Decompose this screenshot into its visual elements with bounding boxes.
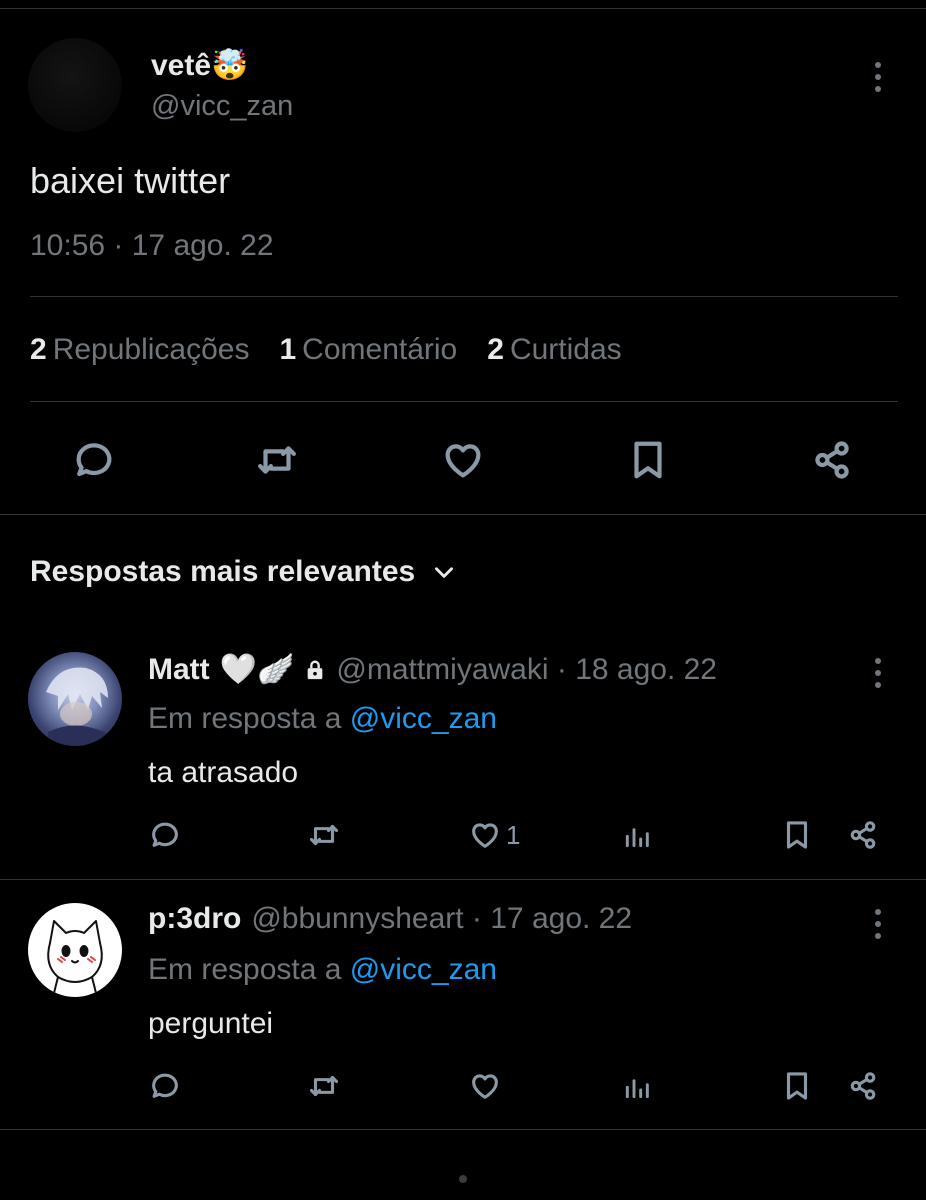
views-icon[interactable] [622,818,654,852]
mention-link[interactable]: @vicc_zan [350,953,497,986]
tweet-timestamp[interactable]: 10:56 · 17 ago. 22 [30,229,274,263]
cat-doodle-icon [47,920,103,994]
reply-header: Matt 🤍🪽 @mattmiyawaki · 18 ago. 22 [148,652,717,687]
retweet-icon[interactable] [252,436,302,484]
reply-text: ta atrasado [148,756,299,789]
like-button[interactable]: 1 [468,818,520,852]
like-icon[interactable] [468,1069,502,1103]
tweet-detail-page: vetê🤯 @vicc_zan baixei twitter 10:56 · 1… [0,0,926,1200]
reply-author-name[interactable]: p:3dro [148,902,241,936]
share-icon[interactable] [808,436,856,484]
chevron-down-icon [435,567,454,578]
divider [30,401,898,402]
top-divider [0,8,926,9]
divider [0,1129,926,1130]
author-name[interactable]: vetê🤯 [151,48,248,83]
replying-to: Em resposta a @vicc_zan [148,953,497,986]
more-options-icon[interactable] [874,62,882,92]
reply-icon[interactable] [148,1069,182,1103]
divider [0,879,926,880]
retweet-icon[interactable] [306,818,342,852]
reply-avatar[interactable] [28,903,122,997]
replies-section-title: Respostas mais relevantes [30,555,416,588]
views-icon[interactable] [622,1069,654,1103]
reply-text: perguntei [148,1007,274,1040]
bookmark-icon[interactable] [780,818,814,852]
like-count: 1 [506,819,521,850]
more-options-icon[interactable] [874,658,882,688]
share-icon[interactable] [846,818,880,852]
author-avatar[interactable] [28,38,122,132]
tweet-stats: 2 Republicações 1 Comentário 2 Curtidas [30,333,622,367]
retweet-icon[interactable] [306,1069,342,1103]
reply-author-name[interactable]: Matt [148,653,210,687]
bookmark-icon[interactable] [780,1069,814,1103]
mention-link[interactable]: @vicc_zan [350,702,497,735]
replying-to: Em resposta a @vicc_zan [148,702,497,735]
reply-icon[interactable] [70,436,118,484]
like-icon[interactable] [438,436,488,484]
share-icon[interactable] [846,1069,880,1103]
author-handle[interactable]: @vicc_zan [151,90,293,123]
reply-header: p:3dro @bbunnysheart · 17 ago. 22 [148,902,632,936]
reply-author-emoji: 🤍🪽 [219,653,295,686]
reply-avatar[interactable] [28,652,122,746]
reply-author-handle[interactable]: @bbunnysheart · 17 ago. 22 [251,902,632,936]
like-icon [472,823,498,848]
loading-indicator [459,1175,467,1183]
divider [0,514,926,515]
bookmark-icon[interactable] [624,436,672,484]
like-stat[interactable]: 2 Curtidas [487,333,621,367]
reply-stat[interactable]: 1 Comentário [279,333,457,367]
more-options-icon[interactable] [874,909,882,939]
reply-author-handle[interactable]: @mattmiyawaki · 18 ago. 22 [336,653,717,687]
anime-avatar-icon [46,667,108,746]
tweet-text: baixei twitter [30,160,231,201]
retweet-stat[interactable]: 2 Republicações [30,333,249,367]
lock-icon [308,660,323,679]
reply-icon[interactable] [148,818,182,852]
replies-sort-dropdown[interactable]: Respostas mais relevantes [30,555,457,589]
divider [30,296,898,297]
